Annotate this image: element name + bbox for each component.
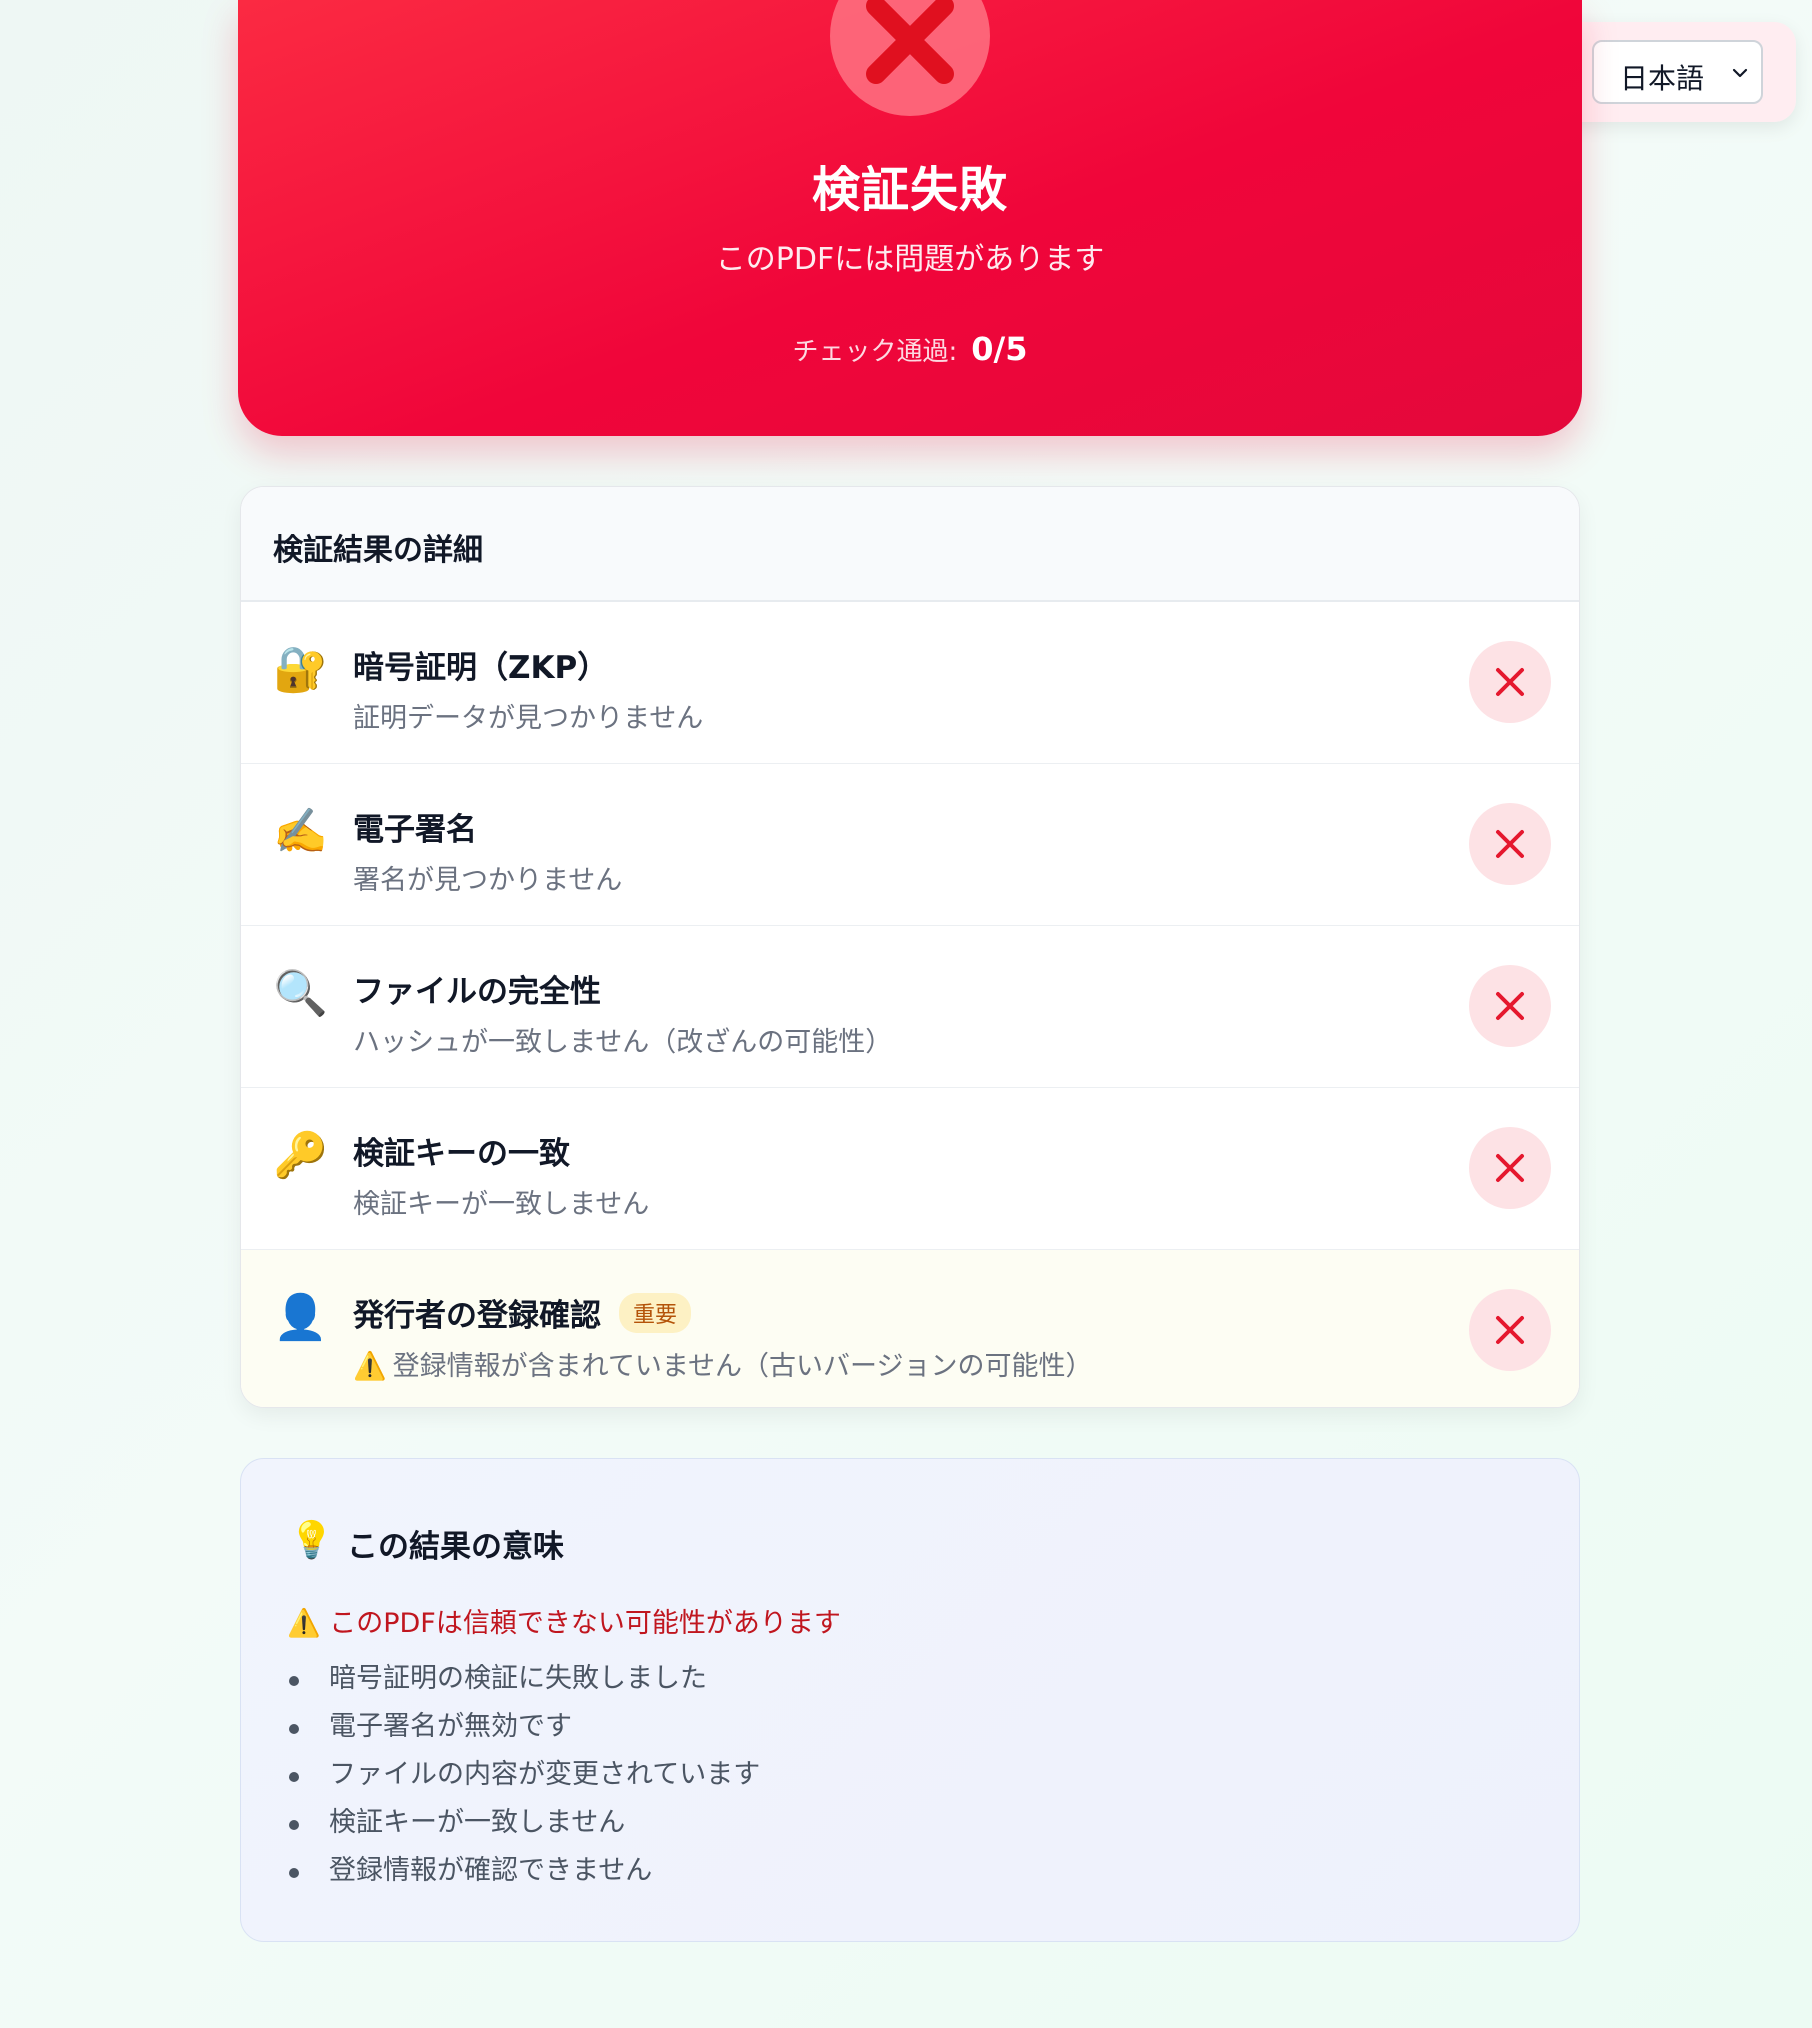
check-row-signature: ✍️ 電子署名 署名が見つかりません bbox=[241, 764, 1579, 926]
warning-icon: ⚠️ bbox=[353, 1351, 387, 1382]
check-row-zkp: 🔐 暗号証明（ZKP） 証明データが見つかりません bbox=[241, 602, 1579, 764]
language-select-value: 日本語 bbox=[1620, 62, 1705, 95]
check-title: 暗号証明（ZKP） bbox=[353, 650, 609, 686]
check-title: 検証キーの一致 bbox=[353, 1136, 570, 1172]
check-row-integrity: 🔍 ファイルの完全性 ハッシュが一致しません（改ざんの可能性） bbox=[241, 926, 1579, 1088]
cross-mark-icon bbox=[866, 0, 954, 84]
check-row-issuer-registration: 👤 発行者の登録確認 重要 ⚠️ 登録情報が含まれていません（古いバージョンの可能性… bbox=[241, 1250, 1579, 1407]
checks-passed-label: チェック通過: bbox=[792, 337, 958, 367]
hero-title: 検証失敗 bbox=[811, 162, 1008, 218]
checks-passed-value: 0/5 bbox=[971, 330, 1028, 368]
reason-list: 暗号証明の検証に失敗しました 電子署名が無効です ファイルの内容が変更されていま… bbox=[287, 1655, 760, 1895]
writing-hand-icon: ✍️ bbox=[273, 806, 328, 857]
lock-key-icon: 🔐 bbox=[273, 644, 328, 695]
verification-details-card: 検証結果の詳細 🔐 暗号証明（ZKP） 証明データが見つかりません ✍️ 電子署… bbox=[240, 486, 1580, 1408]
user-silhouette-icon: 👤 bbox=[273, 1292, 328, 1343]
magnifier-icon: 🔍 bbox=[273, 968, 328, 1019]
check-description: 証明データが見つかりません bbox=[353, 703, 704, 734]
important-badge: 重要 bbox=[619, 1293, 692, 1333]
check-description-text: 登録情報が含まれていません（古いバージョンの可能性） bbox=[392, 1351, 1093, 1382]
fail-x-icon bbox=[1469, 641, 1551, 723]
check-title: ファイルの完全性 bbox=[353, 974, 601, 1010]
checks-passed: チェック通過: 0/5 bbox=[238, 330, 1582, 368]
chevron-down-icon bbox=[1732, 68, 1748, 78]
meaning-warning-text: このPDFは信頼できない可能性があります bbox=[329, 1608, 841, 1639]
fail-x-icon bbox=[1469, 1289, 1551, 1371]
check-description: ⚠️ 登録情報が含まれていません（古いバージョンの可能性） bbox=[353, 1344, 1092, 1383]
lightbulb-icon: 💡 bbox=[289, 1520, 334, 1561]
list-item: 電子署名が無効です bbox=[287, 1703, 760, 1751]
list-item: ファイルの内容が変更されています bbox=[287, 1751, 760, 1799]
fail-x-icon bbox=[1469, 965, 1551, 1047]
list-item: 登録情報が確認できません bbox=[287, 1847, 760, 1895]
list-item: 暗号証明の検証に失敗しました bbox=[287, 1655, 760, 1703]
fail-x-icon bbox=[1469, 1127, 1551, 1209]
list-item: 検証キーが一致しません bbox=[287, 1799, 760, 1847]
check-row-key-match: 🔑 検証キーの一致 検証キーが一致しません bbox=[241, 1088, 1579, 1250]
check-title-text: 発行者の登録確認 bbox=[353, 1298, 601, 1334]
language-select[interactable]: 日本語 bbox=[1592, 40, 1763, 104]
check-title: 電子署名 bbox=[353, 812, 477, 848]
check-description: 署名が見つかりません bbox=[353, 865, 623, 896]
warning-icon: ⚠️ bbox=[287, 1608, 321, 1639]
fail-x-icon bbox=[1469, 803, 1551, 885]
hero-subtitle: このPDFには問題があります bbox=[715, 242, 1105, 277]
meaning-warning: ⚠️ このPDFは信頼できない可能性があります bbox=[287, 1601, 841, 1640]
result-meaning-panel: 💡 この結果の意味 ⚠️ このPDFは信頼できない可能性があります 暗号証明の検… bbox=[240, 1458, 1580, 1942]
fail-status-icon bbox=[830, 0, 990, 116]
details-header: 検証結果の詳細 bbox=[241, 487, 1579, 602]
check-title: 発行者の登録確認 重要 bbox=[353, 1290, 692, 1335]
check-description: ハッシュが一致しません（改ざんの可能性） bbox=[353, 1027, 893, 1058]
details-title: 検証結果の詳細 bbox=[273, 533, 483, 568]
result-hero-banner: 検証失敗 このPDFには問題があります チェック通過: 0/5 bbox=[238, 0, 1582, 436]
check-description: 検証キーが一致しません bbox=[353, 1189, 650, 1220]
key-icon: 🔑 bbox=[273, 1130, 328, 1181]
meaning-title: この結果の意味 bbox=[347, 1529, 564, 1565]
